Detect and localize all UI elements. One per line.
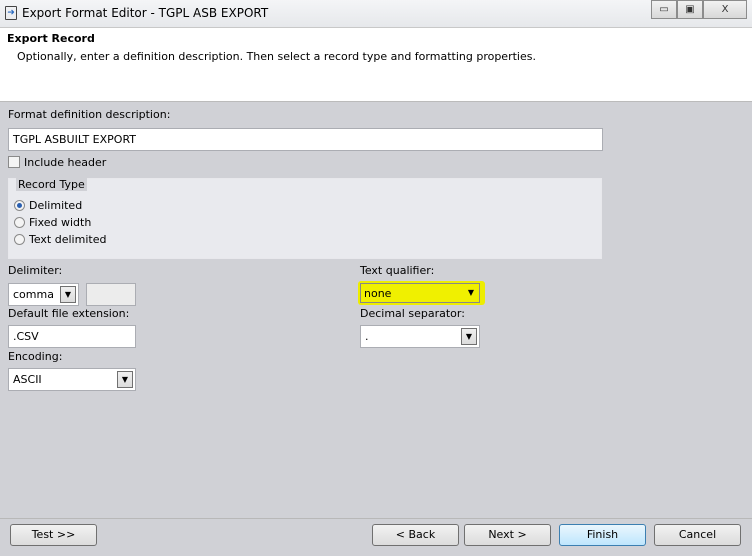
radio-icon[interactable] <box>14 217 25 228</box>
checkbox-icon[interactable] <box>8 156 20 168</box>
record-type-legend: Record Type <box>16 178 87 191</box>
text-qualifier-label: Text qualifier: <box>360 264 435 277</box>
chevron-down-icon[interactable]: ▼ <box>468 288 474 297</box>
test-button[interactable]: Test >> <box>10 524 97 546</box>
radio-text-delimited[interactable]: Text delimited <box>14 233 106 246</box>
maximize-button[interactable]: ▣ <box>677 0 703 19</box>
finish-button[interactable]: Finish <box>559 524 646 546</box>
minimize-button[interactable]: ▭ <box>651 0 677 19</box>
title-bar: ➜ Export Format Editor - TGPL ASB EXPORT… <box>0 0 752 28</box>
encoding-value: ASCII <box>13 373 42 386</box>
window-title: Export Format Editor - TGPL ASB EXPORT <box>22 6 269 20</box>
radio-icon[interactable] <box>14 234 25 245</box>
cancel-button[interactable]: Cancel <box>654 524 741 546</box>
record-type-group <box>8 178 602 259</box>
chevron-down-icon[interactable]: ▼ <box>60 286 76 303</box>
next-button[interactable]: Next > <box>464 524 551 546</box>
back-button[interactable]: < Back <box>372 524 459 546</box>
extension-label: Default file extension: <box>8 307 130 320</box>
radio-fixed-width[interactable]: Fixed width <box>14 216 91 229</box>
text-qualifier-select[interactable]: none ▼ <box>360 283 480 303</box>
decimal-value: . <box>365 330 369 343</box>
custom-delimiter-input[interactable] <box>86 283 136 306</box>
decimal-select[interactable]: . ▼ <box>360 325 480 348</box>
page-subtitle: Optionally, enter a definition descripti… <box>17 50 536 63</box>
close-button[interactable]: X <box>703 0 747 19</box>
decimal-label: Decimal separator: <box>360 307 465 320</box>
encoding-label: Encoding: <box>8 350 63 363</box>
text-qualifier-value: none <box>364 287 392 300</box>
delimiter-value: comma <box>13 288 54 301</box>
extension-input[interactable]: .CSV <box>8 325 136 348</box>
description-input[interactable]: TGPL ASBUILT EXPORT <box>8 128 603 151</box>
include-header-label: Include header <box>24 156 107 169</box>
radio-selected-icon[interactable] <box>14 200 25 211</box>
page-title: Export Record <box>7 32 95 45</box>
wizard-header: Export Record Optionally, enter a defini… <box>0 28 752 102</box>
delimiter-label: Delimiter: <box>8 264 63 277</box>
description-label: Format definition description: <box>8 108 171 121</box>
delimiter-select[interactable]: comma ▼ <box>8 283 79 306</box>
radio-label: Text delimited <box>29 233 107 246</box>
radio-delimited[interactable]: Delimited <box>14 199 82 212</box>
chevron-down-icon[interactable]: ▼ <box>117 371 133 388</box>
radio-label: Fixed width <box>29 216 92 229</box>
app-icon: ➜ <box>5 6 17 20</box>
radio-label: Delimited <box>29 199 83 212</box>
chevron-down-icon[interactable]: ▼ <box>461 328 477 345</box>
include-header-checkbox[interactable]: Include header <box>8 156 106 169</box>
encoding-select[interactable]: ASCII ▼ <box>8 368 136 391</box>
